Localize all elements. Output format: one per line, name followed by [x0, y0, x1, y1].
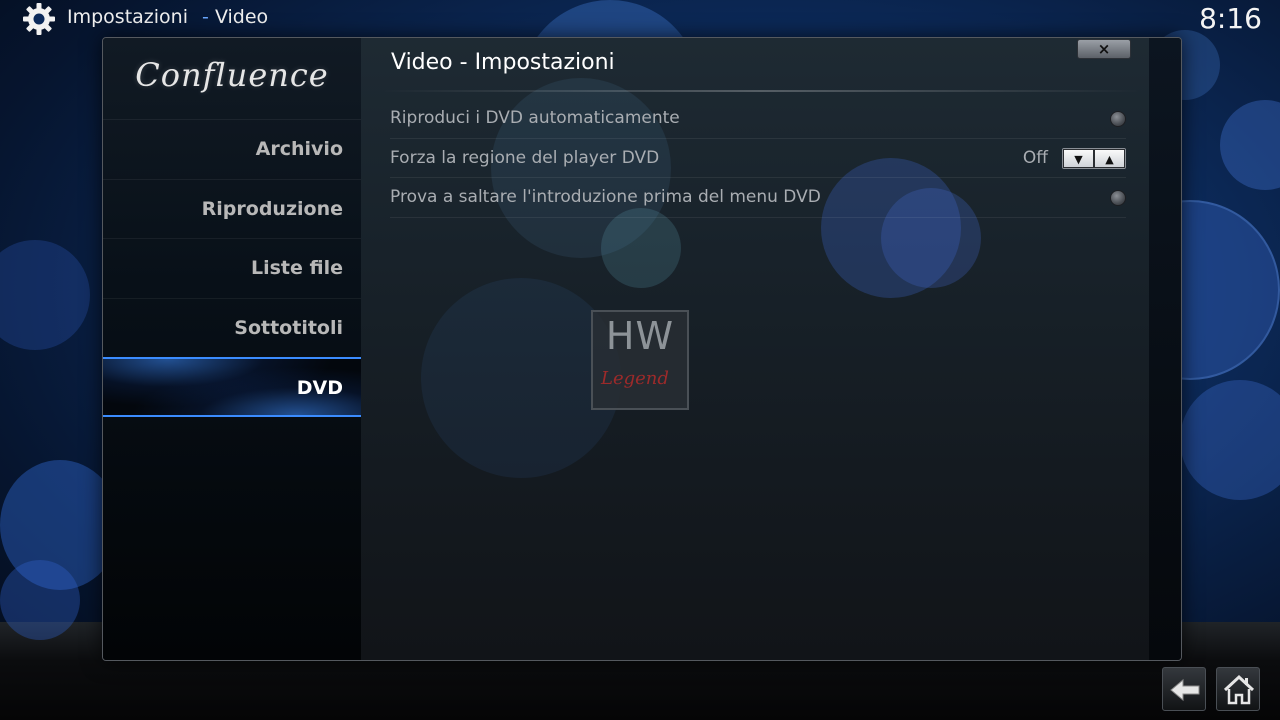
- sidebar-menu: Archivio Riproduzione Liste file Sottoti…: [103, 119, 361, 417]
- close-button[interactable]: ×: [1077, 39, 1131, 59]
- sidebar-item-riproduzione[interactable]: Riproduzione: [103, 178, 361, 239]
- sidebar-item-label: Archivio: [255, 138, 343, 160]
- dialog-edge: [1149, 38, 1181, 660]
- back-arrow-icon: [1170, 678, 1200, 702]
- bokeh-circle: [1180, 380, 1280, 500]
- setting-dvd-region[interactable]: Forza la regione del player DVD Off ▼ ▲: [390, 139, 1126, 178]
- setting-autoplay-dvd[interactable]: Riproduci i DVD automaticamente: [390, 99, 1126, 139]
- back-button[interactable]: [1162, 667, 1206, 711]
- watermark-logo: HW Legend: [591, 310, 689, 410]
- bokeh-circle: [601, 208, 681, 288]
- top-bar: Impostazioni - Video 8:16: [0, 0, 1280, 36]
- sidebar-item-dvd[interactable]: DVD: [103, 357, 361, 417]
- sidebar-item-label: Liste file: [251, 257, 343, 279]
- sidebar-item-archivio[interactable]: Archivio: [103, 119, 361, 179]
- setting-label: Prova a saltare l'introduzione prima del…: [390, 187, 821, 207]
- sidebar-item-sottotitoli[interactable]: Sottotitoli: [103, 297, 361, 358]
- breadcrumb: Impostazioni - Video: [67, 6, 268, 28]
- sidebar-item-label: Sottotitoli: [234, 316, 343, 339]
- home-button[interactable]: [1216, 667, 1260, 711]
- gear-icon: [23, 3, 55, 35]
- bokeh-circle: [0, 560, 80, 640]
- setting-label: Forza la regione del player DVD: [390, 147, 660, 168]
- sidebar-item-label: DVD: [296, 377, 343, 399]
- arrow-up-icon[interactable]: ▲: [1094, 148, 1125, 168]
- breadcrumb-subsection: Video: [214, 6, 269, 28]
- page-title: Video - Impostazioni: [391, 50, 615, 75]
- setting-value: Off: [1022, 147, 1048, 168]
- sidebar: Confluence Archivio Riproduzione Liste f…: [103, 38, 361, 660]
- settings-list: Riproduci i DVD automaticamente Forza la…: [390, 99, 1126, 218]
- watermark-legend: Legend: [601, 368, 669, 389]
- breadcrumb-separator: -: [202, 6, 209, 28]
- sidebar-item-label: Riproduzione: [201, 197, 343, 220]
- spin-control: ▼ ▲: [1062, 147, 1126, 169]
- close-icon: ×: [1097, 40, 1111, 58]
- setting-label: Riproduci i DVD automaticamente: [390, 108, 680, 128]
- radio-toggle[interactable]: [1110, 111, 1126, 127]
- settings-dialog: Confluence Archivio Riproduzione Liste f…: [102, 37, 1182, 661]
- sidebar-item-liste-file[interactable]: Liste file: [103, 238, 361, 298]
- home-icon: [1223, 674, 1255, 705]
- bokeh-circle: [0, 240, 90, 350]
- radio-toggle[interactable]: [1110, 190, 1126, 206]
- watermark-hw: HW: [605, 314, 675, 358]
- settings-content: Video - Impostazioni Riproduci i DVD aut…: [361, 38, 1149, 660]
- title-divider: [381, 90, 1141, 92]
- clock: 8:16: [1199, 2, 1262, 35]
- arrow-down-icon[interactable]: ▼: [1063, 148, 1094, 168]
- breadcrumb-section: Impostazioni: [67, 6, 188, 28]
- bokeh-circle: [1220, 100, 1280, 190]
- confluence-logo: Confluence: [135, 56, 329, 94]
- setting-skip-intro[interactable]: Prova a saltare l'introduzione prima del…: [390, 178, 1126, 218]
